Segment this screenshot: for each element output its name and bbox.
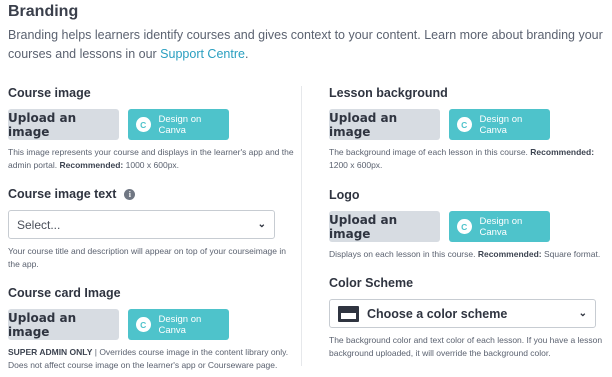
course-image-text-select[interactable]: Select... ⌄: [8, 210, 275, 239]
course-card-upload-button[interactable]: Upload an image: [8, 309, 119, 340]
column-divider: [301, 86, 302, 366]
color-scheme-title: Color Scheme: [329, 276, 414, 290]
course-image-text-help: Your course title and description will a…: [8, 246, 286, 269]
course-card-image-title: Course card Image: [8, 286, 121, 300]
right-column: Lesson background Upload an image C Desig…: [329, 82, 604, 360]
left-column: Course image Upload an image C Design on …: [8, 82, 298, 372]
course-image-text-title: Course image text i: [8, 187, 298, 201]
course-card-actions: Upload an image C Design on Canva: [8, 309, 298, 340]
canva-icon: C: [457, 117, 472, 132]
logo-help: Displays on each lesson in this course. …: [329, 249, 601, 259]
color-scheme-help: The background color and text color of e…: [329, 335, 603, 358]
lesson-background-actions: Upload an image C Design on Canva: [329, 109, 604, 140]
lesson-background-canva-button[interactable]: C Design on Canva: [449, 109, 550, 140]
lesson-background-title: Lesson background: [329, 86, 448, 100]
lesson-background-upload-button[interactable]: Upload an image: [329, 109, 440, 140]
course-image-canva-button[interactable]: C Design on Canva: [128, 109, 229, 140]
canva-label: Design on Canva: [158, 113, 202, 136]
color-scheme-select[interactable]: Choose a color scheme ⌄: [329, 299, 596, 328]
canva-label: Design on Canva: [479, 215, 523, 238]
intro-end: .: [244, 47, 249, 61]
color-scheme-value: Choose a color scheme: [338, 305, 507, 322]
logo-canva-button[interactable]: C Design on Canva: [449, 211, 550, 242]
logo-upload-button[interactable]: Upload an image: [329, 211, 440, 242]
course-image-help: This image represents your course and di…: [8, 147, 294, 170]
info-icon[interactable]: i: [124, 188, 136, 200]
canva-icon: C: [136, 317, 151, 332]
select-value: Select...: [17, 217, 61, 232]
intro-text: Branding helps learners identify courses…: [8, 28, 603, 61]
chevron-down-icon: ⌄: [578, 308, 587, 319]
canva-icon: C: [136, 117, 151, 132]
super-admin-badge: SUPER ADMIN ONLY: [8, 347, 93, 357]
course-image-title: Course image: [8, 86, 91, 100]
course-card-canva-button[interactable]: C Design on Canva: [128, 309, 229, 340]
color-swatch-icon: [338, 305, 359, 322]
course-image-upload-button[interactable]: Upload an image: [8, 109, 119, 140]
logo-actions: Upload an image C Design on Canva: [329, 211, 604, 242]
support-centre-link[interactable]: Support Centre: [160, 47, 245, 61]
canva-label: Design on Canva: [479, 113, 523, 136]
page-title: Branding: [8, 3, 79, 20]
logo-title: Logo: [329, 188, 360, 202]
lesson-background-help: The background image of each lesson in t…: [329, 147, 595, 170]
chevron-down-icon: ⌄: [257, 219, 266, 230]
page-intro: Branding helps learners identify courses…: [8, 26, 604, 64]
canva-label: Design on Canva: [158, 313, 202, 336]
course-image-actions: Upload an image C Design on Canva: [8, 109, 298, 140]
course-card-help: SUPER ADMIN ONLY | Overrides course imag…: [8, 347, 289, 370]
canva-icon: C: [457, 219, 472, 234]
